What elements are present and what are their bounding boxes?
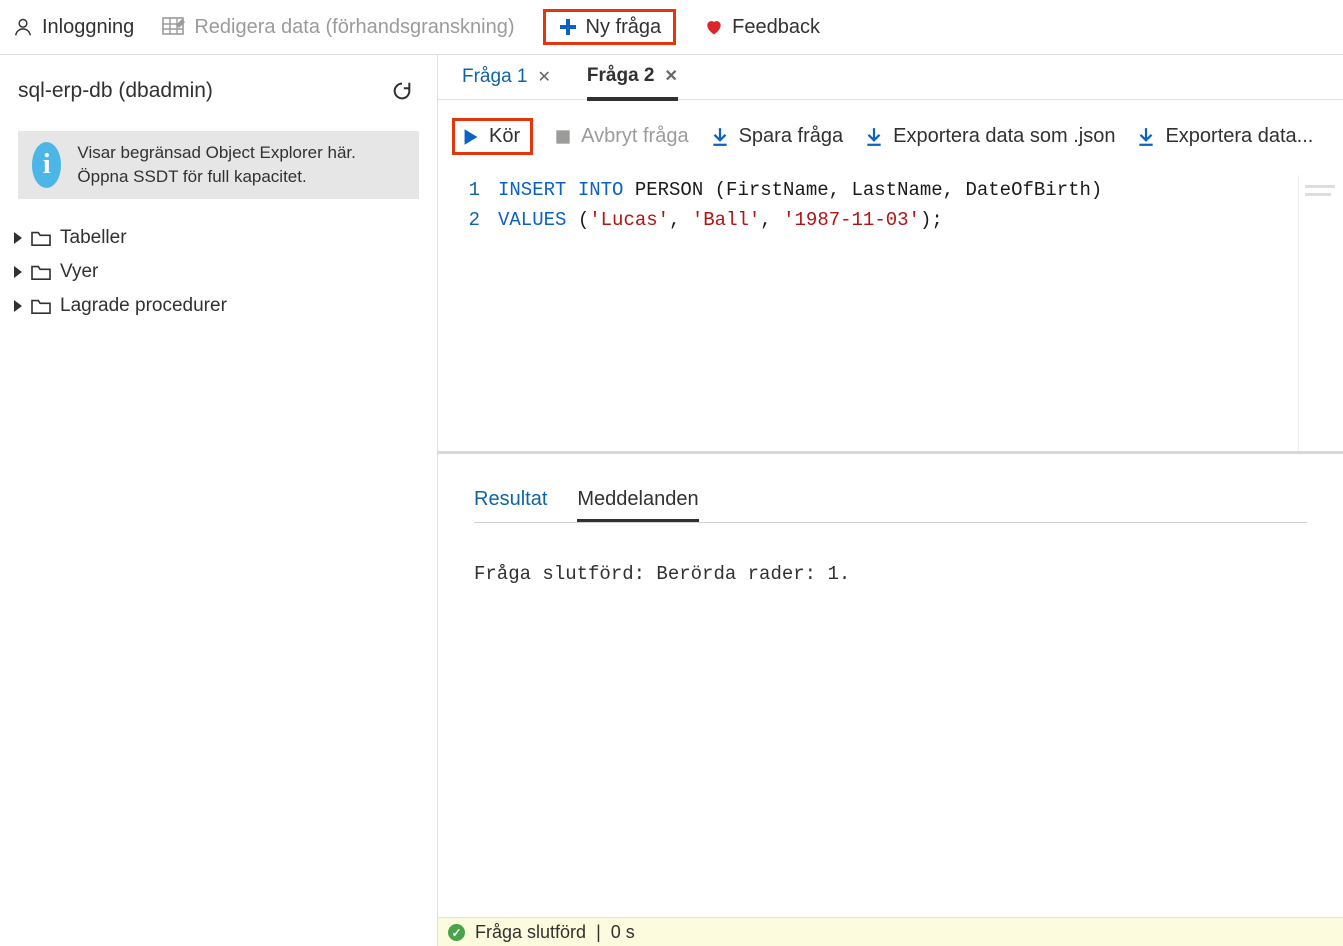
chevron-right-icon: [14, 300, 22, 312]
query-tab-label: Fråga 2: [587, 65, 655, 87]
main-panel: Fråga 1 ✕ Fråga 2 ✕ Kör Avbryt fråga Spa…: [438, 55, 1343, 946]
results-tab-results[interactable]: Resultat: [474, 488, 547, 522]
info-banner: i Visar begränsad Object Explorer här. Ö…: [18, 131, 419, 199]
top-toolbar: Inloggning Redigera data (förhandsgransk…: [0, 0, 1343, 55]
status-bar: ✓ Fråga slutförd | 0 s: [438, 917, 1343, 946]
download-icon: [865, 127, 883, 147]
results-tab-label: Meddelanden: [577, 488, 698, 510]
success-icon: ✓: [448, 924, 465, 941]
stop-icon: [555, 129, 571, 145]
editor-gutter: 12: [438, 175, 498, 451]
save-label: Spara fråga: [739, 125, 844, 148]
results-tab-label: Resultat: [474, 488, 547, 510]
results-panel: Resultat Meddelanden Fråga slutförd: Ber…: [438, 454, 1343, 946]
tree-node-tables[interactable]: Tabeller: [14, 227, 437, 249]
download-icon: [711, 127, 729, 147]
feedback-label: Feedback: [732, 16, 820, 39]
database-header: sql-erp-db (dbadmin): [0, 55, 437, 113]
messages-output: Fråga slutförd: Berörda rader: 1.: [438, 523, 1343, 917]
cancel-query-button: Avbryt fråga: [555, 125, 688, 148]
tree-label: Vyer: [60, 261, 98, 283]
refresh-button[interactable]: [391, 80, 413, 102]
login-label: Inloggning: [42, 16, 134, 39]
editor-code[interactable]: INSERT INTO PERSON (FirstName, LastName,…: [498, 175, 1298, 451]
tree-label: Tabeller: [60, 227, 127, 249]
info-banner-text: Visar begränsad Object Explorer här. Öpp…: [77, 141, 405, 189]
edit-data-label: Redigera data (förhandsgranskning): [194, 16, 514, 39]
status-separator: |: [596, 922, 601, 943]
save-query-button[interactable]: Spara fråga: [711, 125, 844, 148]
chevron-right-icon: [14, 266, 22, 278]
person-icon: [12, 16, 34, 38]
chevron-right-icon: [14, 232, 22, 244]
editor-minimap: [1298, 175, 1343, 451]
results-tab-strip: Resultat Meddelanden: [438, 454, 1343, 522]
folder-icon: [30, 263, 52, 281]
login-button[interactable]: Inloggning: [12, 16, 134, 39]
status-time: 0 s: [611, 922, 635, 943]
folder-icon: [30, 297, 52, 315]
edit-data-button: Redigera data (förhandsgranskning): [162, 16, 514, 39]
export-json-button[interactable]: Exportera data som .json: [865, 125, 1115, 148]
message-line: Fråga slutförd: Berörda rader: 1.: [474, 563, 850, 585]
tree-label: Lagrade procedurer: [60, 295, 227, 317]
object-explorer-sidebar: sql-erp-db (dbadmin) i Visar begränsad O…: [0, 55, 438, 946]
export-json-label: Exportera data som .json: [893, 125, 1115, 148]
refresh-icon: [391, 80, 413, 102]
close-icon[interactable]: ✕: [537, 67, 550, 87]
run-label: Kör: [489, 125, 520, 148]
table-edit-icon: [162, 16, 186, 38]
close-icon[interactable]: ✕: [664, 66, 677, 86]
feedback-button[interactable]: Feedback: [704, 16, 820, 39]
sql-editor[interactable]: 12 INSERT INTO PERSON (FirstName, LastNa…: [438, 169, 1343, 454]
run-button[interactable]: Kör: [452, 118, 533, 155]
cancel-label: Avbryt fråga: [581, 125, 688, 148]
database-title: sql-erp-db (dbadmin): [18, 79, 213, 103]
query-tab-strip: Fråga 1 ✕ Fråga 2 ✕: [438, 55, 1343, 100]
query-tab-2[interactable]: Fråga 2 ✕: [587, 65, 678, 101]
results-tab-messages[interactable]: Meddelanden: [577, 488, 698, 522]
query-tab-label: Fråga 1: [462, 66, 527, 88]
new-query-label: Ny fråga: [586, 16, 662, 39]
export-data-button[interactable]: Exportera data...: [1137, 125, 1313, 148]
object-tree: Tabeller Vyer Lagrade procedurer: [0, 221, 437, 317]
heart-icon: [704, 17, 724, 37]
query-tab-1[interactable]: Fråga 1 ✕: [462, 65, 551, 99]
folder-icon: [30, 229, 52, 247]
download-icon: [1137, 127, 1155, 147]
play-icon: [463, 128, 479, 146]
export-data-label: Exportera data...: [1165, 125, 1313, 148]
query-toolbar: Kör Avbryt fråga Spara fråga Exportera d…: [438, 100, 1343, 169]
new-query-button[interactable]: Ny fråga: [543, 9, 677, 45]
info-icon: i: [32, 142, 61, 188]
tree-node-sprocs[interactable]: Lagrade procedurer: [14, 295, 437, 317]
status-text: Fråga slutförd: [475, 922, 586, 943]
tree-node-views[interactable]: Vyer: [14, 261, 437, 283]
plus-icon: [558, 17, 578, 37]
